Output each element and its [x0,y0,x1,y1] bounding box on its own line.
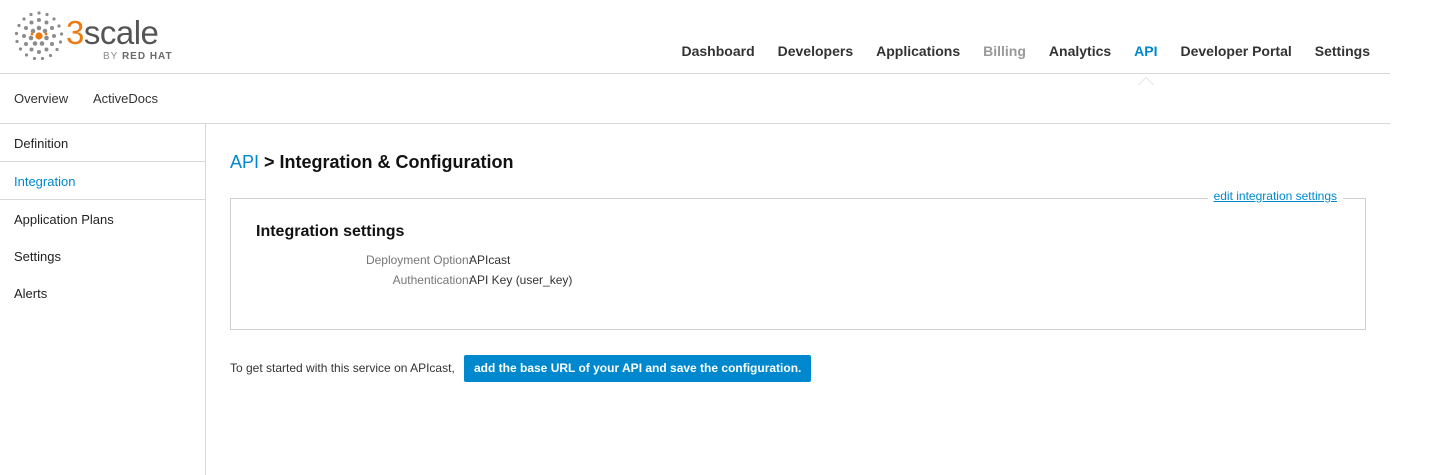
logo-wordmark: 3scale [66,14,159,51]
sidebar-item-label: Settings [14,249,61,264]
nav-api[interactable]: API [1134,43,1158,85]
nav-analytics[interactable]: Analytics [1049,43,1111,59]
deployment-option-value: APIcast [469,253,511,267]
sidebar-item-label: Alerts [14,286,48,301]
page-title: API > Integration & Configuration [230,152,514,173]
sidebar-item-settings[interactable]: Settings [0,237,205,274]
sidebar-item-label: Definition [14,136,69,151]
sidebar: Definition Integration Application Plans… [0,124,206,475]
sidebar-item-application-plans[interactable]: Application Plans [0,200,205,237]
page-title-text: > Integration & Configuration [259,152,514,172]
logo-byline: BY RED HAT [103,51,173,62]
main-nav: Dashboard Developers Applications Billin… [659,43,1370,85]
nav-settings[interactable]: Settings [1315,43,1370,59]
sidebar-item-label: Integration [14,174,76,189]
top-header: 3scale BY RED HAT Dashboard Developers A… [0,0,1390,85]
get-started-text: To get started with this service on APIc… [230,361,455,375]
authentication-label: Authentication: [392,273,472,287]
nav-dashboard[interactable]: Dashboard [682,43,755,59]
nav-api-label: API [1134,43,1158,59]
3scale-logo[interactable]: 3scale BY RED HAT [13,10,188,62]
subnav-overview[interactable]: Overview [14,91,68,106]
nav-developer-portal[interactable]: Developer Portal [1181,43,1292,59]
breadcrumb-api-link[interactable]: API [230,152,259,172]
subnav-activedocs[interactable]: ActiveDocs [93,91,158,106]
sidebar-item-definition[interactable]: Definition [0,124,205,161]
authentication-value: API Key (user_key) [469,273,573,287]
sidebar-item-integration[interactable]: Integration [0,162,205,199]
add-base-url-button[interactable]: add the base URL of your API and save th… [464,355,812,382]
sidebar-item-label: Application Plans [14,212,114,227]
edit-integration-settings-link[interactable]: edit integration settings [1207,189,1343,203]
sub-nav: Overview ActiveDocs [0,74,1390,124]
logo-dots-icon [14,11,64,61]
nav-developers[interactable]: Developers [778,43,853,59]
deployment-option-label: Deployment Option: [365,253,472,267]
nav-applications[interactable]: Applications [876,43,960,59]
integration-settings-title: Integration settings [256,223,405,240]
integration-settings-panel: edit integration settings Integration se… [230,189,1366,330]
sidebar-item-alerts[interactable]: Alerts [0,274,205,311]
nav-billing[interactable]: Billing [983,43,1026,59]
